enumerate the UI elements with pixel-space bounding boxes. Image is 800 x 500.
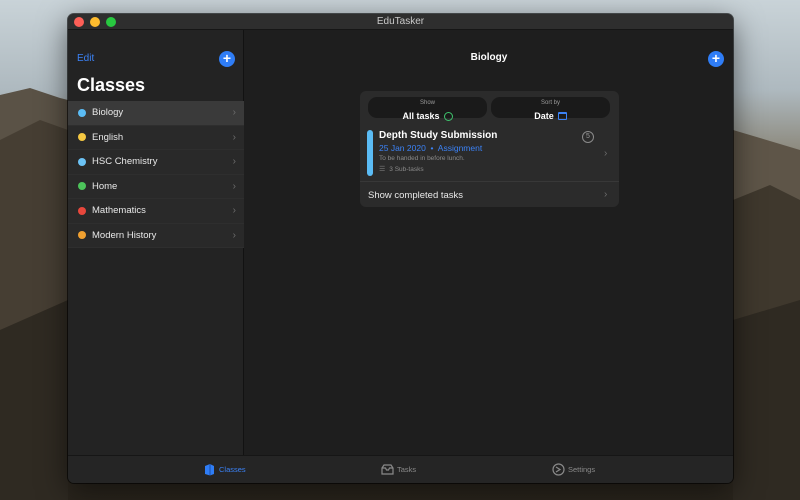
class-color-dot: [78, 157, 86, 166]
app-window: EduTasker Edit + Classes Biology › Engli…: [68, 14, 733, 483]
chevron-right-icon: ›: [232, 180, 236, 192]
maximize-window-button[interactable]: [106, 17, 116, 27]
edit-button[interactable]: Edit: [77, 53, 94, 64]
task-note: To be handed in before lunch.: [379, 155, 465, 162]
class-item-home[interactable]: Home ›: [68, 174, 244, 199]
settings-icon: [552, 463, 565, 476]
class-color-dot: [78, 231, 86, 240]
tab-label: Settings: [568, 465, 596, 474]
filter-value: All tasks: [402, 111, 440, 121]
add-class-button[interactable]: +: [219, 51, 235, 67]
class-item-modern-history[interactable]: Modern History ›: [68, 223, 244, 248]
chevron-right-icon: ›: [604, 148, 608, 159]
class-color-dot: [78, 108, 86, 117]
class-label: English: [92, 131, 124, 143]
tab-classes[interactable]: Classes: [203, 463, 246, 476]
chevron-right-icon: ›: [232, 205, 236, 216]
classes-icon: [205, 464, 214, 476]
task-count-badge: 5: [582, 131, 594, 143]
tab-bar: Classes Tasks Settings: [68, 455, 733, 483]
minimize-window-button[interactable]: [90, 17, 100, 27]
class-color-dot: [78, 182, 86, 191]
task-meta-separator: •: [430, 143, 434, 153]
title-bar: EduTasker: [68, 14, 733, 30]
window-controls: [74, 17, 116, 27]
sort-value: Date: [534, 111, 554, 121]
task-row[interactable]: Depth Study Submission 25 Jan 2020 • Ass…: [360, 124, 619, 182]
sidebar: Edit + Classes Biology › English › HSC C…: [68, 30, 244, 455]
class-item-mathematics[interactable]: Mathematics ›: [68, 199, 244, 224]
chevron-right-icon: ›: [232, 229, 236, 241]
chevron-right-icon: ›: [232, 107, 236, 118]
tab-settings[interactable]: Settings: [552, 463, 595, 476]
class-label: Home: [92, 180, 118, 192]
main-content: Biology + Show All tasks Sort by Date De…: [245, 30, 733, 455]
class-color-dot: [78, 133, 86, 142]
sidebar-heading: Classes: [77, 75, 146, 95]
show-completed-button[interactable]: Show completed tasks: [368, 190, 463, 201]
list-icon: ☰: [379, 166, 386, 173]
class-color-dot: [78, 206, 86, 215]
filter-caption: Show: [419, 100, 435, 106]
sort-caption: Sort by: [540, 100, 560, 106]
task-date: 25 Jan 2020: [379, 143, 426, 153]
task-title: Depth Study Submission: [379, 130, 498, 141]
class-label: Biology: [92, 107, 124, 119]
sort-tasks-button[interactable]: Sort by Date: [491, 97, 610, 121]
chevron-right-icon: ›: [232, 131, 236, 143]
tab-tasks[interactable]: Tasks: [381, 463, 416, 476]
calendar-icon: [557, 112, 567, 120]
tab-label: Tasks: [397, 465, 417, 474]
tasks-icon: [381, 464, 394, 475]
window-title: EduTasker: [376, 16, 425, 27]
class-label: HSC Chemistry: [92, 156, 158, 168]
add-task-button[interactable]: +: [708, 51, 724, 67]
circle-icon: [443, 111, 453, 121]
class-label: Modern History: [92, 229, 157, 241]
chevron-right-icon: ›: [604, 189, 608, 200]
class-list: Biology › English › HSC Chemistry › Home…: [68, 101, 244, 248]
task-subtasks: ☰ 3 Sub-tasks: [379, 165, 424, 174]
filter-tasks-button[interactable]: Show All tasks: [368, 97, 487, 121]
class-item-biology[interactable]: Biology ›: [68, 101, 244, 126]
page-title: Biology: [470, 52, 508, 63]
task-panel: Show All tasks Sort by Date Depth Study …: [360, 91, 619, 207]
task-color-bar: [367, 130, 373, 176]
task-meta: 25 Jan 2020 • Assignment: [379, 143, 482, 153]
class-item-english[interactable]: English ›: [68, 125, 244, 150]
class-item-hsc-chemistry[interactable]: HSC Chemistry ›: [68, 150, 244, 175]
task-type: Assignment: [437, 143, 483, 153]
tab-label: Classes: [219, 465, 246, 474]
close-window-button[interactable]: [74, 17, 84, 27]
chevron-right-icon: ›: [232, 156, 236, 167]
class-label: Mathematics: [92, 205, 146, 217]
subtasks-label: 3 Sub-tasks: [389, 165, 424, 173]
